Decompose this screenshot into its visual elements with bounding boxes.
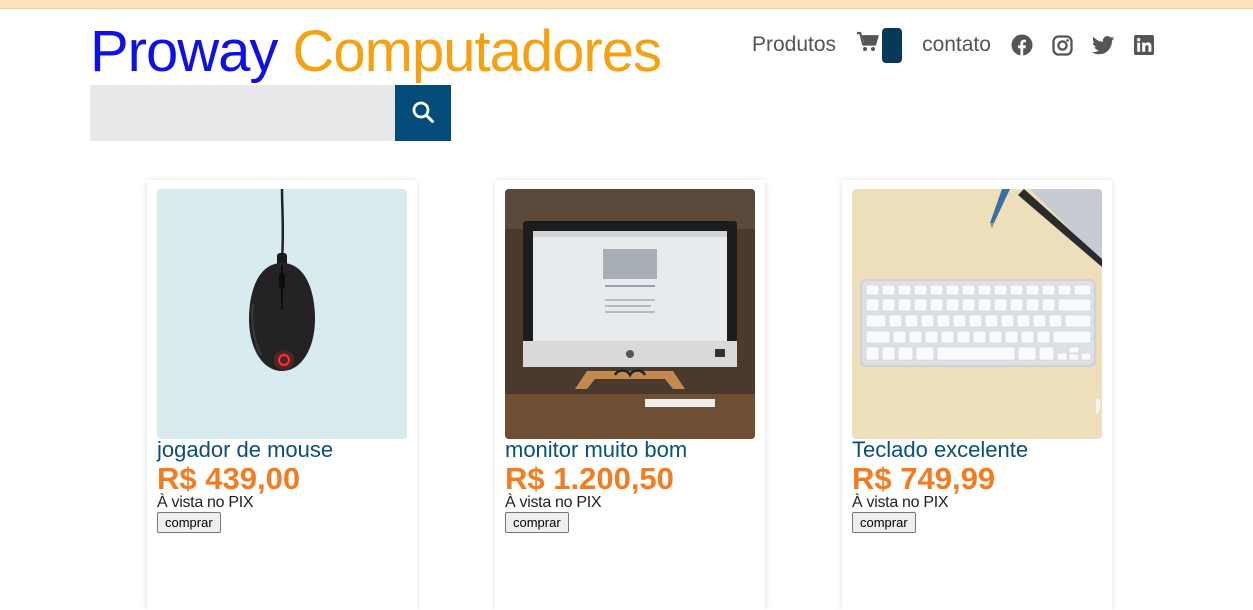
nav-link-contato[interactable]: contato	[922, 33, 991, 57]
buy-button[interactable]: comprar	[852, 512, 916, 533]
product-image-mouse[interactable]	[157, 189, 407, 439]
product-price: R$ 749,99	[852, 461, 996, 496]
search-bar	[90, 85, 451, 141]
product-title[interactable]: Teclado excelente	[852, 437, 1028, 463]
search-input[interactable]	[90, 85, 395, 141]
product-price: R$ 1.200,50	[505, 461, 674, 496]
search-icon	[411, 100, 435, 127]
product-image-monitor[interactable]	[505, 189, 755, 439]
product-card-keyboard: Teclado excelente R$ 749,99 À vista no P…	[842, 180, 1112, 610]
instagram-icon[interactable]	[1052, 34, 1073, 56]
site-logo[interactable]: Proway Computadores	[90, 18, 662, 86]
product-title[interactable]: monitor muito bom	[505, 437, 687, 463]
shopping-cart-icon	[856, 31, 880, 59]
main-nav: Produtos contato	[752, 27, 1173, 63]
logo-text-computadores: Computadores	[292, 19, 662, 84]
linkedin-icon[interactable]	[1133, 35, 1154, 55]
logo-text-proway: Proway	[90, 19, 278, 84]
search-button[interactable]	[395, 85, 451, 141]
cart-count-badge	[882, 27, 903, 63]
social-links	[1011, 34, 1173, 56]
product-card-mouse: jogador de mouse R$ 439,00 À vista no PI…	[147, 180, 417, 610]
payment-note: À vista no PIX	[505, 494, 602, 511]
product-title[interactable]: jogador de mouse	[157, 437, 333, 463]
twitter-icon[interactable]	[1091, 35, 1115, 55]
cart-button[interactable]	[856, 27, 903, 63]
payment-note: À vista no PIX	[157, 494, 254, 511]
product-image-keyboard[interactable]	[852, 189, 1102, 439]
top-accent-bar	[0, 0, 1253, 9]
product-card-monitor: monitor muito bom R$ 1.200,50 À vista no…	[495, 180, 765, 610]
buy-button[interactable]: comprar	[505, 512, 569, 533]
buy-button[interactable]: comprar	[157, 512, 221, 533]
payment-note: À vista no PIX	[852, 494, 949, 511]
product-price: R$ 439,00	[157, 461, 301, 496]
nav-link-produtos[interactable]: Produtos	[752, 33, 836, 57]
facebook-icon[interactable]	[1011, 34, 1033, 56]
